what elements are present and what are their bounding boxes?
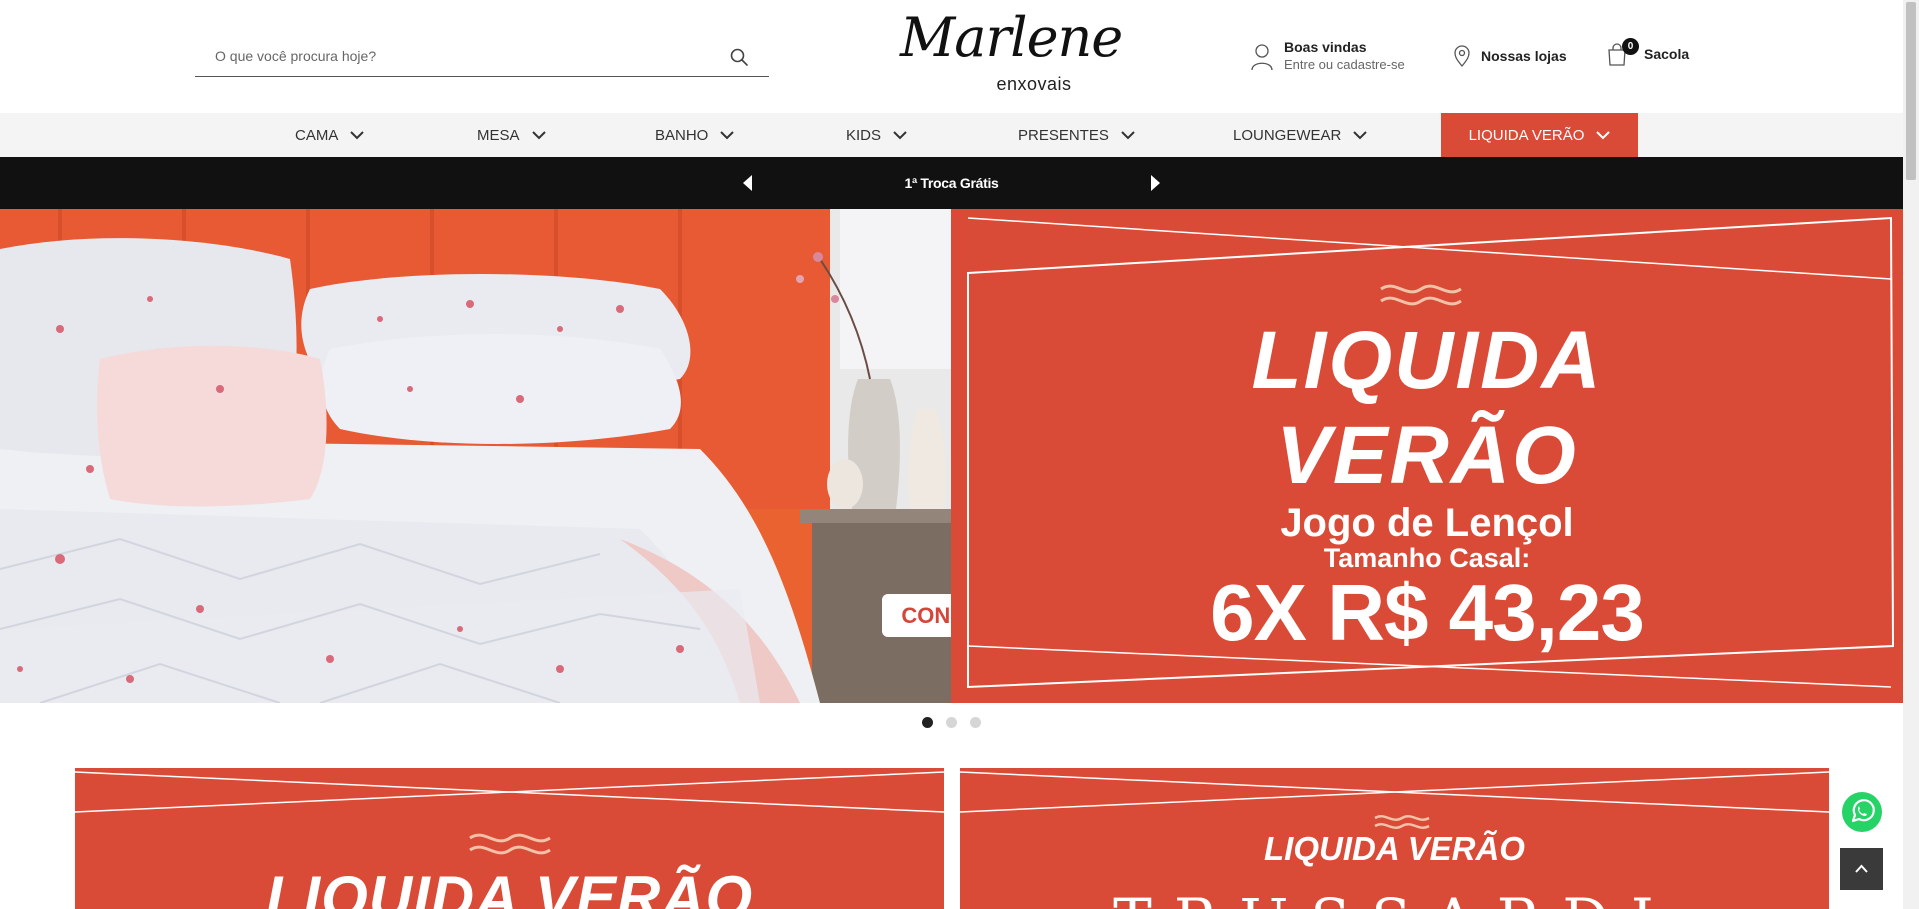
hero-promo-panel: LIQUIDA VERÃO Jogo de Lençol Tamanho Cas… <box>951 209 1903 703</box>
nav-item-presentes[interactable]: PRESENTES <box>1018 113 1135 157</box>
account-link[interactable]: Boas vindas Entre ou cadastre-se <box>1251 39 1405 79</box>
nav-item-loungewear[interactable]: LOUNGEWEAR <box>1233 113 1368 157</box>
location-pin-icon <box>1454 45 1470 67</box>
search-bar <box>195 38 769 77</box>
logo-subtitle: enxovais <box>996 74 1072 94</box>
banner-left-title: LIQUIDA VERÃO <box>265 864 754 909</box>
nav-label: BANHO <box>655 126 709 144</box>
page-scrollbar[interactable] <box>1903 0 1919 909</box>
bag-count-badge: 0 <box>1622 38 1639 55</box>
promo-next-arrow-icon[interactable] <box>1151 175 1160 191</box>
whatsapp-icon <box>1851 799 1875 823</box>
chevron-down-icon <box>350 130 365 139</box>
nav-label: KIDS <box>846 126 882 144</box>
user-icon <box>1251 44 1273 71</box>
nav-item-kids[interactable]: KIDS <box>846 113 907 157</box>
scrollbar-thumb[interactable] <box>1906 2 1916 180</box>
carousel-dot-2[interactable] <box>946 717 957 728</box>
nav-label: LOUNGEWEAR <box>1233 126 1342 144</box>
bag-icon-wrap: 0 <box>1606 38 1639 66</box>
hero-product: Jogo de Lençol <box>1280 501 1574 545</box>
nav-item-liquida-verao[interactable]: LIQUIDA VERÃO <box>1441 113 1638 157</box>
hero-title-line2: VERÃO <box>1276 410 1578 501</box>
promo-message[interactable]: 1ª Troca Grátis <box>760 157 1143 209</box>
search-icon[interactable] <box>729 47 749 67</box>
carousel-dot-1[interactable] <box>922 717 933 728</box>
search-input[interactable] <box>195 38 715 74</box>
banner-right-brand: TRUSSARDI <box>960 886 1829 909</box>
promo-banner-left[interactable]: LIQUIDA VERÃO <box>75 768 944 909</box>
stores-link[interactable]: Nossas lojas <box>1452 45 1567 67</box>
site-header: Marlene enxovais Boas vindas Entre ou ca… <box>0 0 1903 113</box>
nav-item-mesa[interactable]: MESA <box>477 113 546 157</box>
nav-item-cama[interactable]: CAMA <box>295 113 365 157</box>
chevron-down-icon <box>1596 130 1611 139</box>
chevron-down-icon <box>531 130 546 139</box>
nav-label: PRESENTES <box>1018 126 1109 144</box>
nav-label: MESA <box>477 126 520 144</box>
logo-script: Marlene <box>900 6 1123 69</box>
hero-cta-button[interactable]: CONFIRA <box>882 594 951 637</box>
hero-title-line1: LIQUIDA <box>1251 315 1603 406</box>
stores-label: Nossas lojas <box>1481 48 1567 64</box>
carousel-dot-3[interactable] <box>970 717 981 728</box>
promo-banner-right[interactable]: LIQUIDA VERÃO TRUSSARDI <box>960 768 1829 909</box>
chevron-down-icon <box>720 130 735 139</box>
chevron-down-icon <box>1121 130 1135 139</box>
carousel-dots <box>922 717 981 728</box>
hero-banner[interactable]: CONFIRA LIQUIDA VERÃO Jogo de Lençol Tam… <box>0 209 1903 703</box>
promo-strip: 1ª Troca Grátis <box>0 157 1903 209</box>
bedroom-illustration <box>0 209 951 703</box>
hero-price: 6X R$ 43,23 <box>1210 568 1645 657</box>
main-nav: CAMA MESA BANHO KIDS PRESENTES LOUNGEWEA… <box>0 113 1903 157</box>
nav-label: CAMA <box>295 126 339 144</box>
hero-bedroom-image: CONFIRA <box>0 209 951 703</box>
promo-prev-arrow-icon[interactable] <box>743 175 752 191</box>
nav-item-banho[interactable]: BANHO <box>655 113 735 157</box>
account-title: Boas vindas <box>1284 39 1367 55</box>
bag-label: Sacola <box>1644 46 1690 62</box>
banner-right-title: LIQUIDA VERÃO <box>1264 830 1525 867</box>
nav-label: LIQUIDA VERÃO <box>1468 126 1585 144</box>
chevron-up-icon <box>1855 864 1868 873</box>
chevron-down-icon <box>893 130 907 139</box>
whatsapp-button[interactable] <box>1842 792 1882 832</box>
account-subtitle[interactable]: Entre ou cadastre-se <box>1284 56 1405 73</box>
back-to-top-button[interactable] <box>1840 848 1883 890</box>
logo[interactable]: Marlene enxovais <box>900 6 1123 100</box>
bag-link[interactable]: 0 Sacola <box>1606 38 1690 66</box>
chevron-down-icon <box>1353 130 1368 139</box>
